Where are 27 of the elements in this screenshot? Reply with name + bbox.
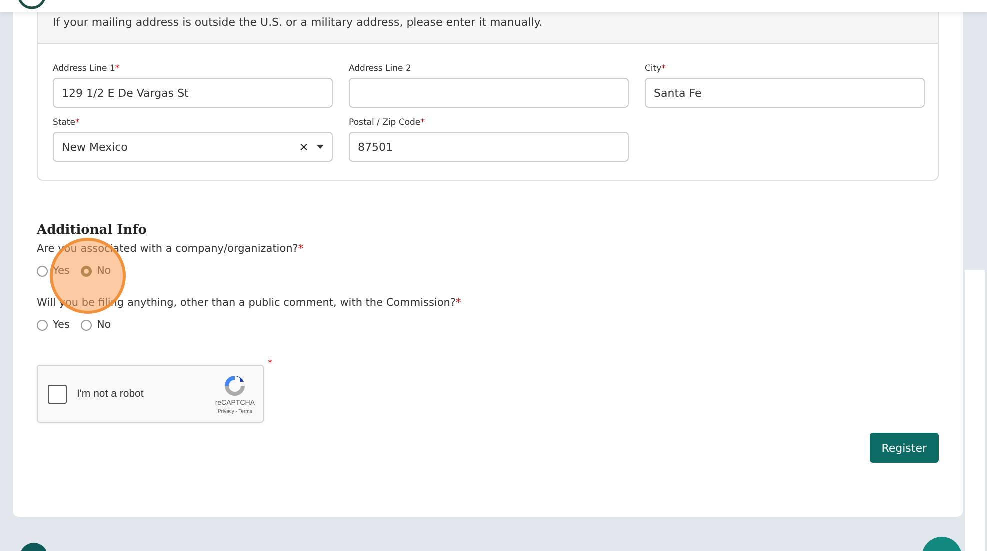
- question-text: Are you associated with a company/organization?*: [37, 243, 305, 255]
- captcha-checkbox[interactable]: [48, 384, 67, 404]
- field-label: Address Line 1*: [53, 64, 121, 74]
- text-field[interactable]: 129 1/2 E De Vargas St: [53, 78, 333, 108]
- text-field[interactable]: 87501: [349, 132, 629, 162]
- radio-button[interactable]: [80, 266, 92, 276]
- radio-label[interactable]: Yes: [53, 319, 70, 331]
- text-field[interactable]: Santa Fe: [645, 78, 925, 108]
- caret-icon[interactable]: [317, 145, 324, 149]
- recaptcha-logo-icon: [223, 374, 248, 398]
- field-label: City*: [645, 64, 667, 74]
- section-title: Additional Info: [37, 223, 148, 238]
- question-text: Will you be filing anything, other than a public comment, with the Commission?*: [37, 297, 462, 309]
- field-label: State*: [53, 118, 81, 128]
- radio-button[interactable]: [37, 320, 48, 330]
- field-label: Postal / Zip Code*: [349, 118, 426, 128]
- register-button[interactable]: Register: [870, 433, 939, 463]
- required-mark: *: [268, 359, 272, 369]
- address-note: If your mailing address is outside the U.S. or a military address, please enter it manually.: [38, 12, 938, 44]
- radio-button[interactable]: [80, 320, 92, 330]
- field-label: Address Line 2: [349, 64, 412, 74]
- radio-button[interactable]: [37, 266, 48, 276]
- state-select[interactable]: New Mexico ×: [53, 132, 333, 162]
- clear-icon[interactable]: ×: [298, 140, 309, 154]
- radio-label[interactable]: No: [96, 319, 112, 331]
- text-field[interactable]: [349, 78, 629, 108]
- captcha-label: I'm not a robot: [77, 388, 145, 400]
